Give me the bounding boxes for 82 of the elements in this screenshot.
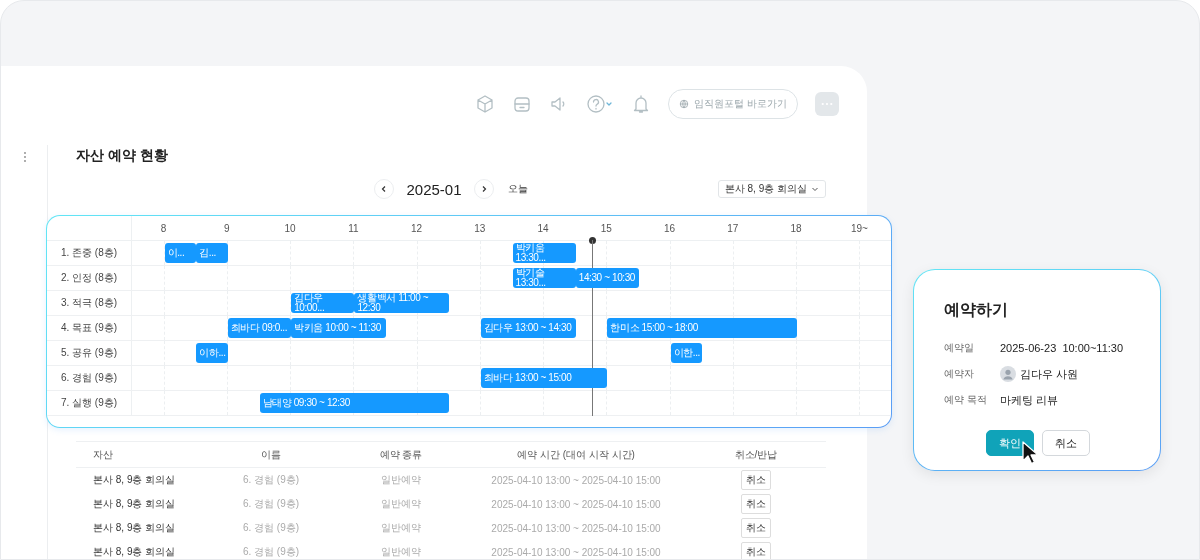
cancel-button[interactable]: 취소 [741,542,771,559]
tray-icon[interactable] [512,94,533,114]
field-label: 예약일 [944,341,975,355]
field-value: 2025-06-23 10:00~11:30 [1000,342,1124,354]
room-label: 3. 적극 (8층) [60,296,118,310]
hour-label: 14 [537,222,549,234]
hour-label: 13 [474,222,486,234]
asset-dropdown[interactable]: 본사 8, 9층 회의실 [717,180,826,198]
column-header: 이름 [261,447,281,462]
field-value: 마케팅 리뷰 [1000,392,1059,408]
chevron-down-icon [811,185,819,193]
column-header: 예약 종류 [379,447,423,462]
cancel-button[interactable]: 취소 [741,470,771,490]
cancel-button[interactable]: 취소 [741,518,771,538]
reservation-block[interactable]: 14:30 ~ 10:30 [575,268,639,288]
table-cell: 2025-04-10 13:00 ~ 2025-04-10 15:00 [491,474,661,486]
table-cell: 2025-04-10 13:00 ~ 2025-04-10 15:00 [491,546,661,558]
cube-icon[interactable] [475,94,496,114]
next-month-button[interactable] [473,179,494,199]
table-cell-text: 본사 8, 9층 회의실 [92,473,176,487]
field-label: 예약자 [944,367,975,381]
table-cell-text: 본사 8, 9층 회의실 [92,497,176,511]
table-cell-text: 본사 8, 9층 회의실 [92,545,176,559]
reservation-block[interactable]: 남태양 09:30 ~ 12:30 [259,393,450,413]
hour-label: 12 [411,222,423,234]
room-label: 2. 인정 (8층) [60,271,118,285]
hour-label: 19~ [850,222,868,234]
reservation-block[interactable]: 한미소 15:00 ~ 18:00 [607,318,798,338]
hour-label: 16 [664,222,676,234]
table-cell: 6. 경험 (9층) [242,545,300,559]
column-header: 취소/반납 [734,447,778,462]
avatar-icon [1000,366,1016,382]
hour-label: 11 [348,222,359,234]
room-label: 4. 목표 (9층) [60,321,118,335]
reservation-block[interactable]: 김... [196,243,228,263]
field-value: 김다우 사원 [1020,366,1079,382]
column-header: 예약 시간 (대여 시작 시간) [517,447,635,462]
room-label: 1. 존중 (8층) [60,246,118,260]
globe-icon [679,99,690,109]
reservation-block[interactable]: 생활백서 11:00 ~ 12:30 [354,293,450,313]
hour-label: 18 [790,222,802,234]
table-cell-text: 본사 8, 9층 회의실 [92,521,176,535]
previous-month-button[interactable] [374,179,395,199]
table-cell: 6. 경험 (9층) [242,473,300,487]
dialog-title: 예약하기 [944,300,1009,320]
reservation-block[interactable]: 김다우 13:00 ~ 14:30 [480,318,576,338]
column-header: 자산 [92,447,113,462]
hour-label: 15 [600,222,612,234]
room-label: 6. 경험 (9층) [60,371,118,385]
hour-label: 17 [727,222,739,234]
portal-link-button[interactable]: 임직원포털 바로가기 [668,89,798,119]
cancel-button[interactable]: 취소 [741,494,771,514]
cursor-icon [1022,441,1038,465]
reservation-block[interactable]: 이... [164,243,197,263]
reservation-block[interactable]: 박키움 10:00 ~ 11:30 [291,318,386,338]
more-button[interactable] [815,92,839,116]
reservation-block[interactable]: 김다우 10:00... [291,293,355,313]
table-cell: 일반예약 [381,473,421,487]
table-cell: 6. 경험 (9층) [242,521,300,535]
hour-label: 9 [224,222,230,234]
today-button[interactable]: 오늘 [501,182,528,196]
field-label: 예약 목적 [944,393,988,407]
reservation-block[interactable]: 최바다 09:0... [227,318,292,338]
table-cell: 6. 경험 (9층) [242,497,300,511]
reservation-block[interactable]: 최바다 13:00 ~ 15:00 [480,368,608,388]
kebab-menu-icon[interactable] [23,151,27,163]
current-month: 2025-01 [405,180,463,198]
room-label: 7. 실행 (9층) [60,396,118,410]
room-label: 5. 공유 (9층) [60,346,118,360]
reservation-block[interactable]: 이하... [196,343,228,363]
reservation-block[interactable]: 박기술 13:30... [512,268,576,288]
cancel-button[interactable]: 취소 [1042,430,1090,456]
table-cell: 2025-04-10 13:00 ~ 2025-04-10 15:00 [491,522,661,534]
table-cell: 일반예약 [381,521,421,535]
hour-label: 8 [160,222,167,234]
table-cell: 일반예약 [381,545,421,559]
reservation-block[interactable]: 박키움 13:30... [512,243,576,263]
hour-label: 10 [284,222,296,234]
page-title: 자산 예약 현황 [76,146,169,165]
table-cell: 2025-04-10 13:00 ~ 2025-04-10 15:00 [491,498,661,510]
table-cell: 일반예약 [381,497,421,511]
reservation-block[interactable]: 이한... [670,343,703,363]
